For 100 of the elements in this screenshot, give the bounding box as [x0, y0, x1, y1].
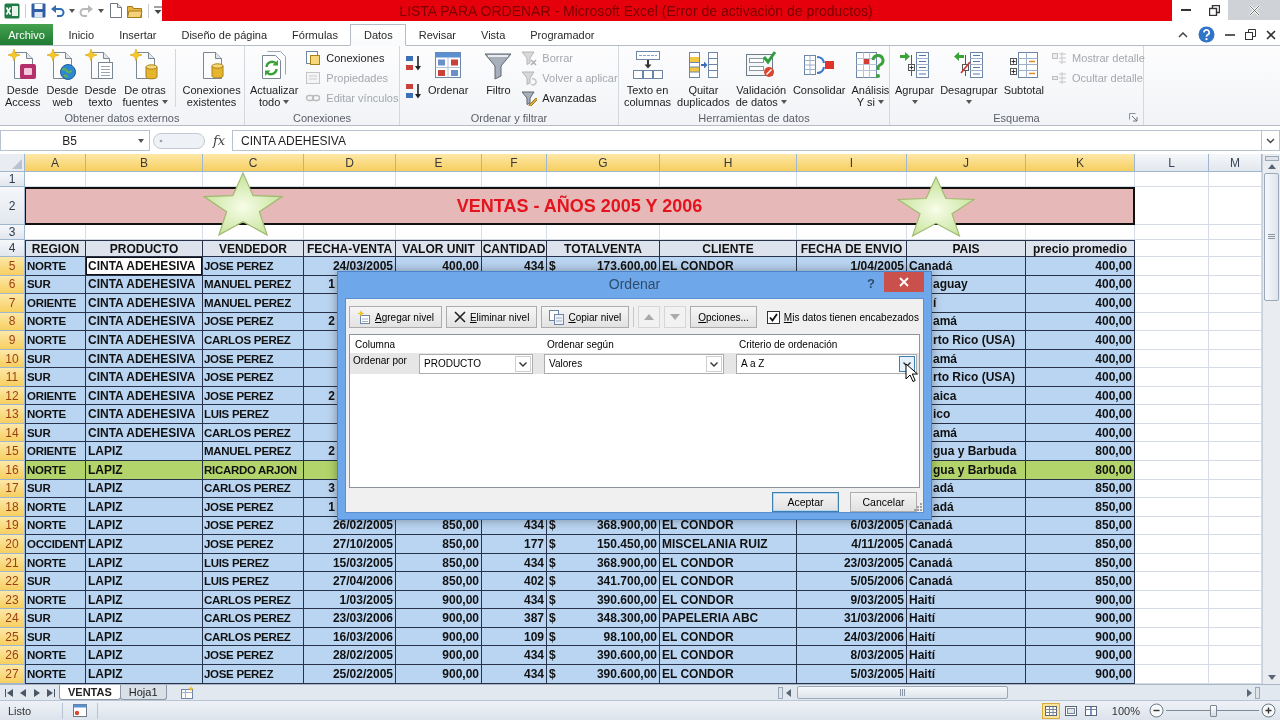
ribbon-button[interactable]: De otras fuentes	[119, 46, 171, 108]
save-icon[interactable]	[31, 3, 46, 18]
formula-field[interactable]: CINTA ADEHESIVA	[232, 130, 1262, 151]
sheet-tab[interactable]: VENTAS	[59, 685, 121, 700]
name-box[interactable]: B5	[0, 130, 150, 151]
ribbon-tab[interactable]: Inicio	[56, 24, 107, 45]
row-header[interactable]: 2	[0, 187, 25, 225]
row-header[interactable]: 24	[0, 609, 25, 628]
first-sheet-icon[interactable]	[4, 687, 14, 698]
ribbon-button[interactable]: Actualizar todo	[247, 46, 302, 108]
add-level-button[interactable]: Agregar nivel	[349, 306, 442, 328]
zoom-out-icon[interactable]	[1149, 703, 1164, 718]
ribbon-button[interactable]: Análisis Y si	[848, 46, 893, 108]
close-icon[interactable]	[1266, 29, 1276, 40]
previous-sheet-icon[interactable]	[18, 687, 28, 698]
ribbon-button[interactable]: Subtotal	[1000, 46, 1047, 96]
normal-view-icon[interactable]	[1041, 702, 1060, 719]
column-header[interactable]: I	[797, 154, 907, 172]
column-header[interactable]: K	[1026, 154, 1135, 172]
undo-icon[interactable]	[50, 3, 65, 18]
dropdown[interactable]: A a Z	[736, 353, 917, 374]
ribbon-button[interactable]: Filtro	[479, 46, 518, 96]
ribbon-tab[interactable]: Insertar	[106, 24, 169, 45]
zoom-slider[interactable]	[1166, 705, 1259, 716]
scroll-right-icon[interactable]	[1247, 688, 1252, 697]
close-button[interactable]	[884, 272, 924, 292]
checkbox[interactable]	[766, 310, 780, 324]
ribbon-button[interactable]: Conexiones existentes	[179, 46, 244, 108]
file-tab[interactable]: Archivo	[0, 24, 53, 45]
expand-button[interactable]	[1262, 130, 1280, 151]
cancel-button[interactable]: Cancelar	[850, 492, 917, 512]
ribbon-tab[interactable]: Diseño de página	[169, 24, 280, 45]
sort-descending-icon[interactable]	[405, 82, 423, 100]
help-icon[interactable]	[1198, 26, 1215, 43]
column-header[interactable]: A	[25, 154, 86, 172]
row-header[interactable]: 13	[0, 405, 25, 424]
column-header[interactable]: J	[907, 154, 1026, 172]
scroll-left-icon[interactable]	[786, 688, 791, 697]
copy-level-button[interactable]: Copiar nivel	[541, 306, 630, 328]
next-sheet-icon[interactable]	[32, 687, 42, 698]
row-header[interactable]: 9	[0, 331, 25, 350]
scrollbar-thumb[interactable]	[1264, 173, 1279, 301]
split-handle-icon[interactable]	[778, 686, 783, 699]
dialog-launcher-icon[interactable]	[1129, 113, 1138, 122]
customize-caret-icon[interactable]	[154, 6, 162, 15]
ribbon-button[interactable]: Agrupar	[892, 46, 938, 108]
minimize-icon[interactable]	[1225, 33, 1235, 36]
ribbon-tab[interactable]: Vista	[468, 24, 518, 45]
column-header[interactable]: F	[482, 154, 547, 172]
column-header[interactable]: E	[396, 154, 482, 172]
scroll-down-icon[interactable]	[1267, 675, 1276, 680]
ribbon-tab[interactable]: Revisar	[406, 24, 469, 45]
ribbon-button[interactable]: Desde web	[43, 46, 82, 108]
chevron-up-icon[interactable]	[1178, 31, 1188, 38]
ribbon-tab[interactable]: Fórmulas	[279, 24, 351, 45]
ribbon-tab[interactable]: Datos	[350, 24, 407, 46]
row-header[interactable]: 22	[0, 572, 25, 591]
row-header[interactable]: 20	[0, 535, 25, 554]
last-sheet-icon[interactable]	[46, 687, 56, 698]
row-header[interactable]: 4	[0, 240, 25, 257]
ribbon-button[interactable]: Conexiones	[301, 48, 403, 68]
row-header[interactable]: 3	[0, 225, 25, 240]
dropdown[interactable]: PRODUCTO	[419, 353, 533, 374]
split-handle-icon[interactable]	[1255, 686, 1260, 699]
ribbon-button[interactable]: Consolidar	[789, 46, 849, 96]
scrollbar-thumb[interactable]	[797, 686, 1008, 699]
column-header[interactable]: C	[203, 154, 304, 172]
row-header[interactable]: 15	[0, 442, 25, 461]
row-header[interactable]: 1	[0, 172, 25, 187]
ribbon-button[interactable]: Avanzadas	[517, 88, 622, 108]
ribbon-button[interactable]: Quitar duplicados	[674, 46, 733, 108]
column-header[interactable]: M	[1209, 154, 1262, 172]
ribbon-button[interactable]: Ordenar	[425, 46, 472, 96]
new-document-icon[interactable]	[108, 3, 123, 18]
ribbon-tab[interactable]: Programador	[517, 24, 607, 45]
function-button[interactable]: fx	[208, 130, 230, 151]
restore-icon[interactable]	[1245, 29, 1256, 40]
options-button[interactable]: Opciones...	[690, 306, 757, 328]
column-header[interactable]: L	[1135, 154, 1209, 172]
zoom-in-icon[interactable]	[1261, 703, 1276, 718]
ribbon-button[interactable]: Texto en columnas	[621, 46, 675, 108]
slider-thumb[interactable]	[1209, 704, 1217, 717]
macro-record-icon[interactable]	[73, 704, 87, 717]
ribbon-button[interactable]: Desde Access	[2, 46, 44, 108]
row-header[interactable]: 11	[0, 368, 25, 387]
ribbon-button[interactable]: Desde texto	[81, 46, 120, 108]
column-header[interactable]: H	[660, 154, 797, 172]
ribbon-button[interactable]: Validación de datos	[732, 46, 790, 108]
column-header[interactable]: D	[304, 154, 396, 172]
column-header[interactable]: G	[547, 154, 660, 172]
dropdown[interactable]: Valores	[544, 353, 724, 374]
new-sheet-icon[interactable]	[179, 686, 194, 699]
zoom-level[interactable]: 100%	[1111, 704, 1140, 717]
column-header[interactable]: B	[86, 154, 203, 172]
sort-ascending-icon[interactable]	[405, 54, 423, 72]
row-header[interactable]: 18	[0, 498, 25, 517]
row-header[interactable]: 5	[0, 257, 25, 276]
sort-level-row[interactable]: Ordenar por PRODUCTO Valores A a Z	[350, 353, 919, 374]
row-header[interactable]: 16	[0, 461, 25, 480]
row-header[interactable]: 27	[0, 665, 25, 684]
